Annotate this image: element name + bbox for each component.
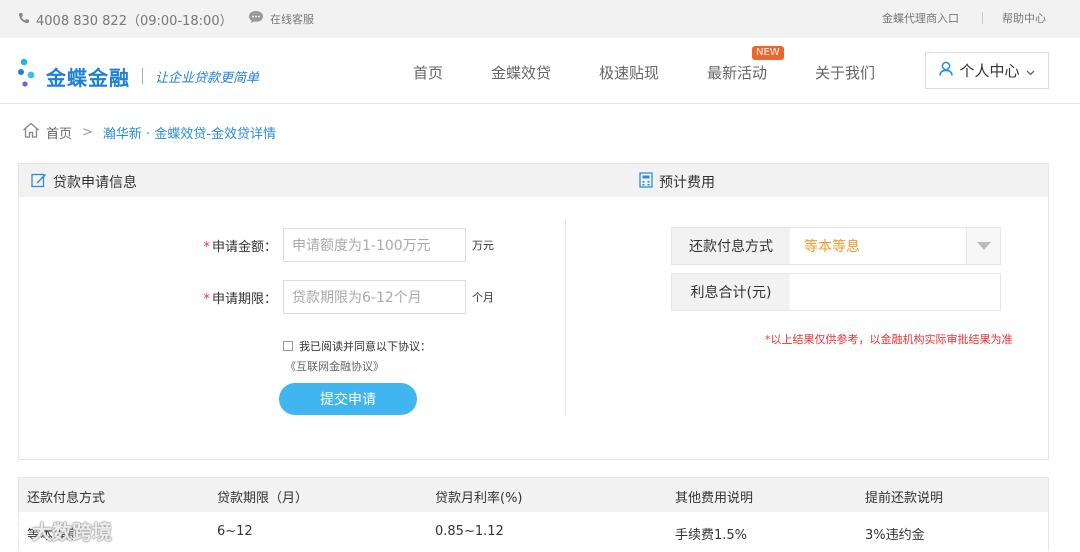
- breadcrumb-current[interactable]: 瀚华新 · 金蝶效贷-金效贷详情: [103, 123, 276, 142]
- user-icon: [939, 61, 954, 80]
- nav-home[interactable]: 首页: [413, 62, 443, 83]
- logo[interactable]: 金蝶金融 让企业贷款更简单: [18, 58, 259, 94]
- agree-text: 我已阅读并同意以下协议：: [299, 340, 431, 353]
- online-service-label: 在线客服: [270, 12, 314, 26]
- topbar-divider: [982, 12, 983, 24]
- repay-method-select[interactable]: 等本等息: [790, 228, 966, 264]
- apply-section-title: 贷款申请信息: [31, 172, 137, 192]
- calculator-icon: [639, 172, 653, 192]
- term-label-text: 申请期限：: [211, 291, 277, 307]
- term-input[interactable]: 贷款期限为6-12个月: [283, 280, 466, 314]
- table-cell: 3%违约金: [865, 528, 925, 543]
- logo-divider: [142, 68, 143, 84]
- logo-icon: [18, 58, 40, 94]
- top-bar: 4008 830 822（09:00-18:00） 在线客服 金蝶代理商入口 帮…: [0, 0, 1080, 38]
- watermark-text: 大数跨境: [32, 520, 112, 544]
- panel-header: 贷款申请信息 预计费用: [19, 164, 1048, 197]
- required-mark: *: [203, 291, 210, 307]
- fee-section-title: 预计费用: [639, 172, 715, 192]
- apply-title-text: 贷款申请信息: [53, 175, 137, 191]
- protocol-link[interactable]: 《互联网金融协议》: [285, 358, 384, 374]
- term-unit: 个月: [472, 291, 494, 304]
- table-cell: 手续费1.5%: [675, 528, 748, 543]
- term-row: * 申请期限： 贷款期限为6-12个月 个月: [189, 280, 494, 314]
- fee-title-text: 预计费用: [659, 175, 715, 191]
- phone-number: 4008 830 822（09:00-18:00）: [36, 14, 233, 29]
- phone-icon: [18, 12, 30, 28]
- nav-activities[interactable]: 最新活动: [707, 62, 767, 83]
- user-center-label: 个人中心: [959, 62, 1020, 80]
- dropdown-arrow-icon[interactable]: [966, 228, 1000, 264]
- amount-label-text: 申请金额：: [211, 239, 277, 255]
- table-header: 还款付息方式 贷款期限（月） 贷款月利率(%) 其他费用说明 提前还款说明: [19, 478, 1048, 512]
- home-icon[interactable]: [22, 122, 46, 142]
- interest-total-label: 利息合计(元): [672, 274, 790, 310]
- term-label: * 申请期限：: [189, 288, 277, 307]
- loan-panel: 贷款申请信息 预计费用 * 申请金额： 申请额度为1-100万元 万元 * 申请期限…: [18, 163, 1049, 460]
- edit-icon: [31, 172, 47, 192]
- loan-info-table: 还款付息方式 贷款期限（月） 贷款月利率(%) 其他费用说明 提前还款说明 等本…: [18, 477, 1049, 551]
- watermark-icon: [4, 517, 26, 544]
- help-center-link[interactable]: 帮助中心: [1002, 10, 1046, 26]
- section-divider: [565, 220, 566, 416]
- nav-loan[interactable]: 金蝶效贷: [491, 62, 551, 83]
- amount-label: * 申请金额：: [189, 236, 277, 255]
- amount-unit: 万元: [472, 239, 494, 252]
- repay-method-row: 还款付息方式 等本等息: [671, 227, 1001, 265]
- breadcrumb-separator: >: [82, 124, 93, 140]
- agree-checkbox[interactable]: [283, 341, 293, 351]
- online-service-link[interactable]: 在线客服: [248, 10, 314, 27]
- interest-total-row: 利息合计(元): [671, 273, 1001, 311]
- chat-icon: [248, 10, 264, 27]
- nav-about[interactable]: 关于我们: [815, 62, 875, 83]
- breadcrumb-home[interactable]: 首页: [46, 123, 72, 142]
- main-header: 金蝶金融 让企业贷款更简单 首页 金蝶效贷 极速贴现 最新活动 NEW 关于我们…: [0, 38, 1080, 104]
- table-header-cell: 贷款期限（月）: [217, 491, 309, 506]
- table-cell: 0.85~1.12: [435, 524, 504, 539]
- amount-input[interactable]: 申请额度为1-100万元: [283, 228, 466, 262]
- new-badge: NEW: [752, 46, 784, 60]
- required-mark: *: [203, 239, 210, 255]
- slogan: 让企业贷款更简单: [155, 70, 260, 86]
- table-cell: 6~12: [217, 524, 253, 539]
- amount-row: * 申请金额： 申请额度为1-100万元 万元: [189, 228, 494, 262]
- agreement-row: 我已阅读并同意以下协议：: [283, 338, 431, 354]
- table-header-cell: 提前还款说明: [865, 491, 944, 506]
- watermark: 大数跨境: [4, 516, 112, 545]
- nav-discount[interactable]: 极速贴现: [599, 62, 659, 83]
- user-center-button[interactable]: 个人中心: [925, 52, 1049, 89]
- table-header-cell: 其他费用说明: [675, 491, 754, 506]
- interest-total-value: [790, 274, 1000, 310]
- brand-name: 金蝶金融: [46, 65, 130, 90]
- submit-button[interactable]: 提交申请: [279, 383, 417, 415]
- breadcrumb: 首页 > 瀚华新 · 金蝶效贷-金效贷详情: [22, 122, 276, 142]
- hotline: 4008 830 822（09:00-18:00）: [18, 10, 233, 29]
- table-header-cell: 还款付息方式: [27, 491, 106, 506]
- chevron-down-icon: [1026, 62, 1035, 80]
- table-header-cell: 贷款月利率(%): [435, 491, 523, 506]
- disclaimer-note: *以上结果仅供参考，以金融机构实际审批结果为准: [765, 333, 1013, 346]
- table-row: 等本等息 6~12 0.85~1.12 手续费1.5% 3%违约金: [19, 512, 1048, 552]
- repay-method-label: 还款付息方式: [672, 228, 790, 264]
- agent-entry-link[interactable]: 金蝶代理商入口: [882, 10, 959, 26]
